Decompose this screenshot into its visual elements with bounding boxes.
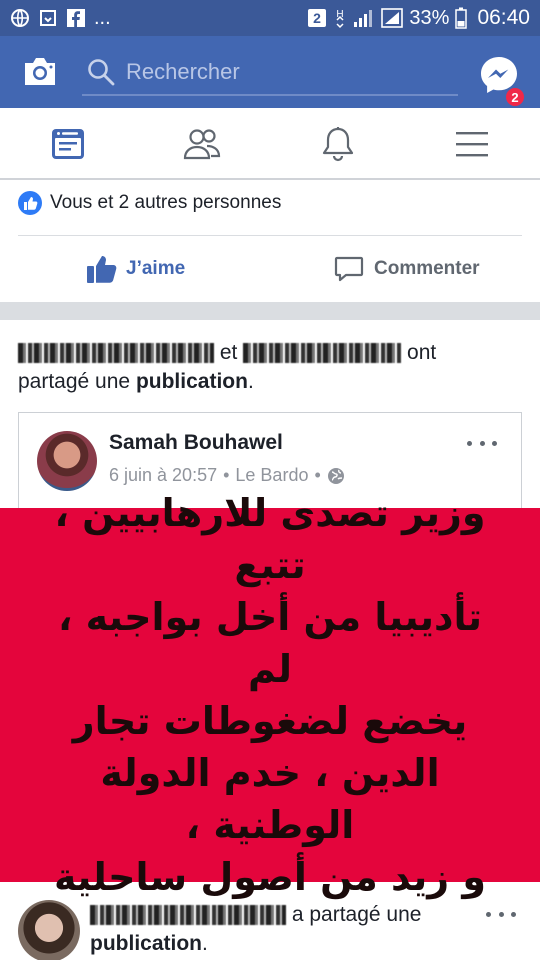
- next-post-options-button[interactable]: [486, 904, 516, 924]
- notification-count-icon: 2: [307, 8, 327, 28]
- next-sharer-name-blurred[interactable]: [90, 905, 286, 926]
- facebook-icon: [66, 8, 86, 28]
- globe-icon: [327, 467, 344, 484]
- like-reaction-icon: [18, 191, 42, 215]
- tab-bar: [0, 108, 540, 180]
- sharer-name-blurred[interactable]: [18, 343, 214, 364]
- post-image-text[interactable]: وزير تصدى للارهابيين ، تتبع تأديبيا من أ…: [0, 491, 540, 899]
- connector-text: et: [219, 341, 238, 364]
- tab-news-feed[interactable]: [48, 124, 88, 164]
- like-button[interactable]: J’aime: [86, 252, 185, 286]
- post-place[interactable]: Le Bardo: [235, 465, 308, 486]
- download-icon: [38, 8, 58, 28]
- signal-box-icon: [381, 8, 404, 28]
- shared-text: partagé une: [18, 370, 131, 393]
- news-feed-icon: [52, 129, 84, 159]
- network-h-icon: H: [333, 7, 347, 29]
- camera-icon[interactable]: [20, 52, 60, 92]
- meta-separator: •: [223, 465, 230, 485]
- post-date[interactable]: 6 juin à 20:57: [109, 465, 217, 486]
- next-shared-text: a partagé une: [291, 903, 422, 926]
- battery-icon: [455, 7, 468, 29]
- next-post-header: a partagé une publication.: [90, 900, 470, 958]
- svg-text:H: H: [337, 9, 344, 20]
- text-line: الدين ، خدم الدولة الوطنية ،: [100, 751, 440, 847]
- period: .: [247, 370, 254, 393]
- messenger-badge: 2: [504, 86, 526, 108]
- reactions-summary[interactable]: Vous et 2 autres personnes: [18, 190, 281, 216]
- meta-separator: •: [314, 465, 321, 485]
- author-name[interactable]: Samah Bouhawel: [109, 431, 283, 455]
- friends-icon: [183, 129, 221, 160]
- divider: [18, 235, 522, 236]
- text-line: و زيد من أصول ساحلية: [54, 855, 486, 899]
- avatar[interactable]: [37, 431, 97, 491]
- clock: 06:40: [477, 6, 530, 29]
- arabic-post-text: وزير تصدى للارهابيين ، تتبع تأديبيا من أ…: [35, 487, 505, 903]
- search-input[interactable]: Rechercher: [82, 50, 458, 96]
- notifications-icon: [322, 127, 354, 162]
- period: .: [202, 932, 208, 955]
- status-bar: ... 2 H 33% 06:40: [0, 0, 540, 36]
- text-line: تأديبيا من أخل بواجبه ، لم: [57, 595, 483, 691]
- publication-link[interactable]: publication: [136, 370, 248, 393]
- notification-ellipsis: ...: [94, 6, 111, 29]
- comment-button[interactable]: Commenter: [334, 252, 480, 286]
- post-options-button[interactable]: [467, 433, 497, 453]
- feed-separator: [0, 302, 540, 320]
- likes-count-text: Vous et 2 autres personnes: [50, 192, 282, 213]
- post-meta: 6 juin à 20:57 • Le Bardo •: [109, 465, 345, 486]
- sharer2-name-blurred[interactable]: [243, 343, 402, 364]
- comment-icon: [334, 256, 364, 282]
- search-placeholder: Rechercher: [126, 59, 240, 84]
- shared-post-header: et ont partagé une publication.: [18, 338, 528, 396]
- signal-icon: [353, 8, 375, 28]
- next-publication-link[interactable]: publication: [90, 932, 202, 955]
- tab-notifications[interactable]: [318, 124, 358, 164]
- like-label: J’aime: [126, 258, 186, 279]
- svg-text:2: 2: [314, 10, 322, 26]
- battery-percent: 33%: [409, 6, 450, 29]
- menu-icon: [456, 132, 488, 157]
- thumbs-up-icon: [87, 256, 117, 283]
- tab-friends[interactable]: [182, 124, 222, 164]
- globe-icon: [10, 8, 30, 28]
- comment-label: Commenter: [374, 258, 480, 279]
- app-header: Rechercher 2: [0, 36, 540, 108]
- text-line: يخضع لضغوطات تجار: [72, 699, 468, 743]
- search-icon: [88, 59, 115, 86]
- tab-menu[interactable]: [452, 124, 492, 164]
- text-line: وزير تصدى للارهابيين ، تتبع: [54, 491, 486, 587]
- avatar[interactable]: [18, 900, 80, 960]
- suffix-text: ont: [407, 341, 437, 364]
